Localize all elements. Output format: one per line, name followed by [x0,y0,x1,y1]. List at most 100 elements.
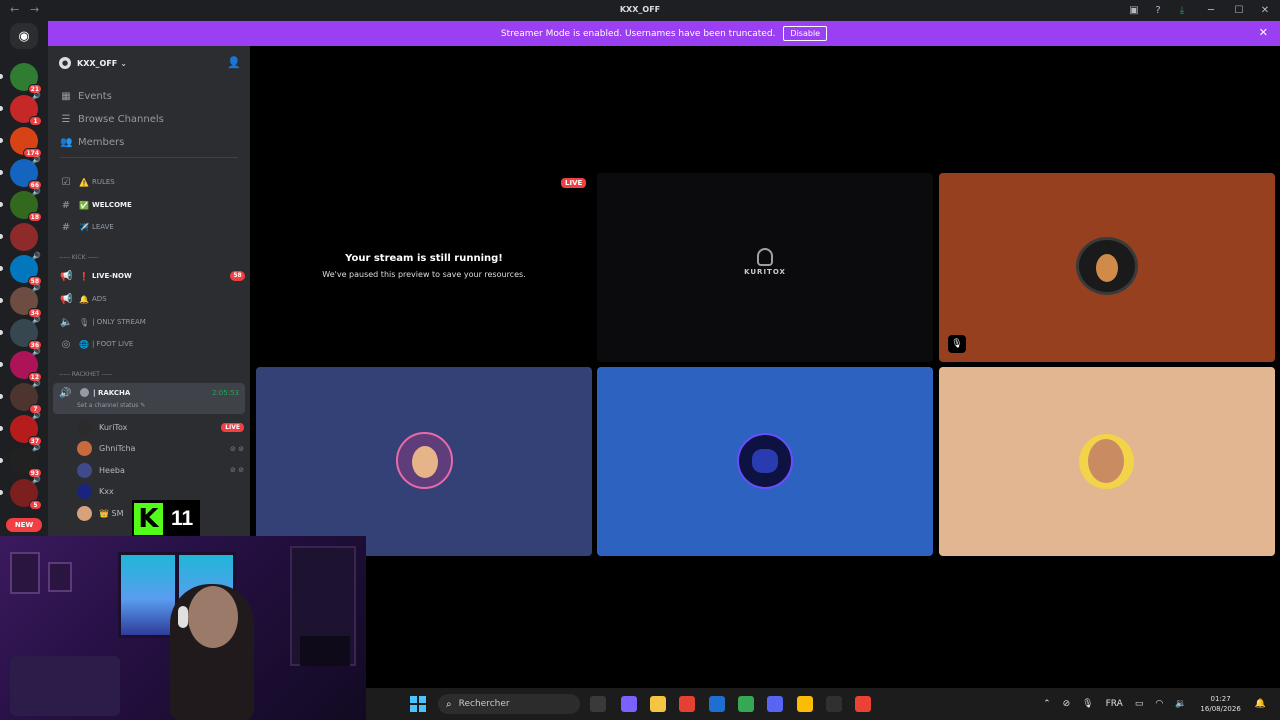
server-icon[interactable]: 🔊 5 [10,476,42,510]
channel-foot-live[interactable]: ◎ 🌐 | FOOT LIVE [60,334,245,354]
channel-label: LEAVE [91,223,114,231]
clock[interactable]: 01:27 16/08/2026 [1200,694,1240,714]
heeba-avatar [396,432,453,489]
server-icon[interactable]: 174 [10,127,42,158]
microphone-emoji: 🎙 [79,317,90,327]
server-icon[interactable]: 🔊 1 [10,92,42,126]
voice-user-name: GhniTcha [99,444,136,453]
voice-active-icon: 🔊 [32,252,41,260]
avatar [77,419,92,435]
windows-start-icon[interactable] [410,696,426,712]
search-placeholder: Rechercher [458,699,510,709]
network-off-icon[interactable]: ⊘ [1063,699,1071,709]
nav-browse-channels[interactable]: ☰ Browse Channels [60,114,164,125]
channel-leave[interactable]: # ✈️ LEAVE [60,217,245,237]
app-icon-blue[interactable] [709,696,725,712]
banner-close-icon[interactable]: ✕ [1259,26,1268,39]
chrome-icon[interactable] [679,696,695,712]
hash-icon: # [61,221,71,233]
server-icon[interactable]: 🔊 12 [10,348,42,382]
help-icon[interactable]: ? [1146,0,1170,21]
unread-pill [0,106,3,111]
category-kick[interactable]: ----- KICK ----- [59,254,98,261]
display-icon[interactable]: ▭ [1135,699,1144,709]
channel-label: RULES [91,178,115,186]
server-icon[interactable]: 🔊 36 [10,316,42,350]
channel-only-stream[interactable]: 🔈 🎙 | ONLY STREAM [60,312,245,332]
avatar [77,441,92,456]
chrome-icon-2[interactable] [738,696,754,712]
download-icon[interactable]: ⤓ [1170,0,1194,21]
voice-user[interactable]: KuriTox LIVE [77,417,247,437]
category-rackhet[interactable]: ----- RACKHET ----- [59,371,112,378]
new-badge[interactable]: NEW [6,518,42,532]
window-title: KXX_OFF [619,5,661,14]
avatar-face [412,446,438,478]
file-explorer-icon[interactable] [650,696,666,712]
server-icon[interactable]: 🔊 66 [10,156,42,190]
inbox-icon[interactable]: ▣ [1122,0,1146,21]
stage-icon: ◎ [61,338,71,350]
minimize-icon[interactable]: ─ [1194,0,1228,21]
obs-icon[interactable] [826,696,842,712]
channel-label: ADS [91,295,107,303]
voice-user[interactable]: Heeba ⊘ ⊘ [77,460,247,480]
server-icon[interactable]: 🔊 34 [10,284,42,318]
channel-label: | FOOT LIVE [91,340,134,348]
channel-rules[interactable]: ☑ ⚠️ RULES [60,172,245,192]
kick-viewer-count: 11 [171,506,194,530]
microphone-icon[interactable]: 🎙 [1082,699,1093,709]
channel-status-link[interactable]: Set a channel status ✎ [77,402,145,409]
close-icon[interactable]: ✕ [1250,0,1280,21]
server-mention-badge: 1 [29,116,42,126]
nav-members[interactable]: 👥 Members [60,137,124,148]
copilot-icon[interactable] [621,696,637,712]
windows-taskbar: ⌕ Rechercher ⌃ ⊘ 🎙 FRA ▭ ◠ 🔉 01:27 16/08… [366,688,1280,720]
discord-home-icon[interactable]: ◉ [10,23,38,49]
live-badge: LIVE [221,422,244,432]
avatar [77,462,92,478]
server-icon[interactable]: 21 [10,63,42,94]
window-controls: ▣ ? ⤓ ─ ☐ ✕ [1122,0,1280,21]
guild-header[interactable]: ● KXX_OFF ⌄ 👤 [48,46,250,80]
ghnitcha-avatar [1076,237,1138,295]
discord-taskbar-icon[interactable] [767,696,783,712]
my-stream-tile[interactable] [256,173,592,362]
task-view-icon[interactable] [590,696,606,712]
notification-bell-icon[interactable]: 🔔 [1255,699,1266,709]
taskbar-search[interactable]: ⌕ Rechercher [438,694,580,714]
nav-events[interactable]: ▦ Events [60,91,112,102]
chrome-icon-4[interactable] [855,696,871,712]
disable-button[interactable]: Disable [783,26,828,41]
server-mention-badge: 5 [29,500,42,510]
volume-icon[interactable]: 🔉 [1175,699,1186,709]
maximize-icon[interactable]: ☐ [1228,0,1250,21]
invite-people-icon[interactable]: 👤 [227,56,241,69]
chrome-icon-3[interactable] [797,696,813,712]
voice-channel-rakcha[interactable]: 🔊 | RAKCHA 2:05:53 Set a channel status … [53,383,245,414]
server-icon[interactable]: 🔊 58 [10,252,42,286]
start-tile [419,705,426,712]
server-icon[interactable]: 🔊 93 [10,444,42,478]
server-icon[interactable]: 🔊 18 [10,188,42,222]
search-icon: ⌕ [446,698,452,710]
channel-ads[interactable]: 📢 🔔 ADS [60,289,245,309]
voice-user[interactable]: GhniTcha ⊘ ⊘ [77,439,247,459]
wall-frame [48,562,72,592]
server-icon[interactable]: 🔊 7 [10,380,42,414]
channel-sidebar: ● KXX_OFF ⌄ 👤 ▦ Events ☰ Browse Channels… [48,46,250,543]
server-icon[interactable] [10,223,38,251]
voice-user[interactable]: Kxx [77,482,247,502]
system-tray: ⌃ ⊘ 🎙 FRA ▭ ◠ 🔉 01:27 16/08/2026 🔔 [1037,688,1272,720]
voice-icon: 🔈 [60,316,73,328]
server-icon[interactable]: 🔊 37 [10,412,42,446]
channel-live-now[interactable]: 📢 ❗ LIVE-NOW 58 [60,266,245,286]
language-indicator[interactable]: FRA [1106,699,1123,709]
tray-chevron-icon[interactable]: ⌃ [1043,699,1051,709]
wifi-icon[interactable]: ◠ [1155,699,1163,709]
unread-pill [0,74,3,79]
rules-icon: ☑ [61,176,71,188]
channel-welcome[interactable]: # ✅ WELCOME [60,195,245,215]
muted-mic-icon[interactable]: 🎙 [948,335,966,353]
nav-events-label: Events [78,91,112,102]
